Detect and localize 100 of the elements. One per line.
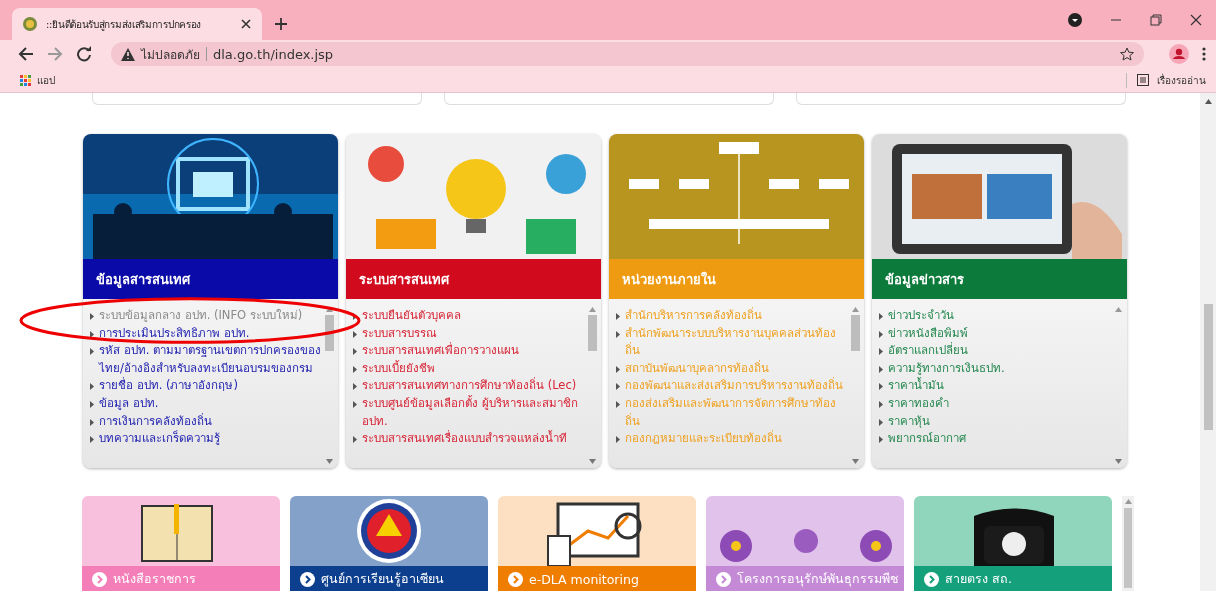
list-link[interactable]: ข่าวประจำวัน [888, 307, 1113, 325]
link-tile[interactable]: โครงการอนุรักษ์พันธุกรรมพืช [706, 496, 904, 591]
bullet-icon [879, 313, 883, 320]
bullet-icon [90, 400, 94, 408]
site-icon [22, 16, 38, 32]
bullet-icon [879, 383, 883, 391]
list-link[interactable]: ราคาน้ำมัน [888, 377, 1113, 395]
scrollbar-thumb[interactable] [324, 315, 334, 351]
security-label: ไม่ปลอดภัย [141, 46, 200, 64]
reload-icon[interactable] [76, 46, 92, 62]
list-link[interactable]: ระบบสารสนเทศเรื่องแบบสำรวจแหล่งน้ำที [362, 430, 587, 448]
link-tile[interactable]: ศูนย์การเรียนรู้อาเซียน [290, 496, 488, 591]
list-link[interactable]: ระบบข้อมูลกลาง อปท. (INFO ระบบใหม่) [99, 307, 324, 325]
apps-icon [20, 74, 31, 86]
tile-label: โครงการอนุรักษ์พันธุกรรมพืช [737, 570, 898, 589]
bullet-icon [353, 330, 357, 338]
list-link[interactable]: บทความและเกร็ดความรู้ [99, 430, 324, 448]
list-link[interactable]: ระบบศูนย์ข้อมูลเลือกตั้ง ผู้บริหารและสมาชิก อปท. [362, 394, 587, 431]
scroll-down-icon [588, 459, 596, 464]
bullet-icon [353, 400, 357, 408]
list-link[interactable]: ระบบยืนยันตัวบุคคล [362, 307, 587, 325]
list-link[interactable]: ระบบสารบรรณ [362, 324, 587, 343]
scrollbar[interactable] [850, 307, 860, 464]
bookmark[interactable]: แอป [20, 72, 55, 88]
scroll-up-icon [1114, 307, 1122, 312]
list-link[interactable]: ระบบสารสนเทศทางการศึกษาท้องถิ่น (Lec) [362, 377, 587, 395]
link-tile[interactable]: สายตรง สถ. [914, 496, 1112, 591]
back-icon[interactable] [18, 46, 34, 62]
scrollbar[interactable] [1113, 307, 1123, 464]
scrollbar-thumb[interactable] [1203, 304, 1213, 430]
scrollbar[interactable] [587, 307, 597, 464]
forward-icon[interactable] [47, 46, 63, 62]
bullet-icon [90, 330, 94, 338]
bullet-icon [353, 348, 357, 356]
bullet-icon [616, 313, 620, 320]
address-bar[interactable]: ไม่ปลอดภัย dla.go.th/index.jsp [111, 42, 1144, 66]
list-link[interactable]: พยากรณ์อากาศ [888, 430, 1113, 448]
card-title: ข้อมูลสารสนเทศ [83, 259, 338, 299]
scrollbar-thumb[interactable] [850, 315, 860, 351]
scrollbar-thumb[interactable] [587, 315, 597, 351]
tile-label: e-DLA monitoring [529, 571, 639, 587]
reading-list-button[interactable]: เรื่องรออ่าน [1126, 72, 1206, 88]
bullet-icon [90, 418, 94, 426]
bullet-icon [353, 383, 357, 391]
card-title: ข้อมูลข่าวสาร [872, 259, 1127, 299]
scrollbar[interactable] [324, 307, 334, 464]
menu-icon[interactable] [1202, 47, 1206, 61]
list-link[interactable]: การประเมินประสิทธิภาพ อปท. [99, 324, 324, 343]
list-link[interactable]: ราคาทองคำ [888, 394, 1113, 413]
scroll-up-icon [1124, 499, 1132, 504]
bullet-icon [879, 400, 883, 408]
restore-icon[interactable] [1150, 14, 1162, 26]
tile-label: ศูนย์การเรียนรู้อาเซียน [321, 570, 444, 589]
list-link[interactable]: ระบบสารสนเทศเพื่อการวางแผน [362, 342, 587, 360]
scrollbar[interactable] [1122, 496, 1134, 591]
list-link[interactable]: การเงินการคลังท้องถิ่น [99, 412, 324, 431]
list-icon [1137, 74, 1149, 86]
chevron-circle-icon [508, 571, 523, 587]
bullet-icon [879, 418, 883, 426]
chevron-circle-icon [92, 571, 107, 587]
scroll-down-icon [325, 459, 333, 464]
scrollbar[interactable] [1200, 93, 1216, 591]
scroll-up-icon [1204, 99, 1212, 104]
scroll-down-icon [851, 459, 859, 464]
bullet-icon [616, 436, 620, 444]
dropdown-icon[interactable] [1068, 13, 1082, 27]
card-title: หน่วยงานภายใน [609, 259, 864, 299]
warning-icon [121, 47, 135, 61]
bullet-icon [879, 330, 883, 338]
list-link[interactable]: ข้อมูล อปท. [99, 394, 324, 413]
list-link[interactable]: ระบบเบี้ยยังชีพ [362, 359, 587, 378]
close-icon[interactable] [240, 18, 252, 30]
close-icon[interactable] [1190, 14, 1202, 26]
scroll-down-icon [1114, 459, 1122, 464]
star-icon[interactable] [1120, 47, 1134, 61]
profile-icon[interactable] [1169, 44, 1189, 64]
list-link[interactable]: รหัส อปท. ตามมาตรฐานเขตการปกครองของไทย/อ้างอิงสำหรับลงทะเบียนอบรมของกรม [99, 342, 324, 378]
list-link[interactable]: ข่าวหนังสือพิมพ์ [888, 324, 1113, 343]
bullet-icon [616, 400, 620, 408]
list-link[interactable]: รายชื่อ อปท. (ภาษาอังกฤษ) [99, 377, 324, 395]
list-link[interactable]: ความรู้ทางการเงินธปท. [888, 359, 1113, 378]
bullet-icon [90, 383, 94, 391]
bullet-icon [353, 436, 357, 444]
tab-title: ::ยินดีต้อนรับสู่กรมส่งเสริมการปกครอง [46, 17, 203, 32]
list-link[interactable]: ราคาหุ้น [888, 412, 1113, 431]
browser-tab[interactable]: ::ยินดีต้อนรับสู่กรมส่งเสริมการปกครอง [12, 8, 262, 40]
link-tile[interactable]: e-DLA monitoring [498, 496, 696, 591]
bullet-icon [616, 365, 620, 373]
scrollbar-thumb[interactable] [1124, 508, 1132, 588]
bullet-icon [879, 436, 883, 444]
link-tile[interactable]: หนังสือราชการ [82, 496, 280, 591]
url-text: dla.go.th/index.jsp [213, 46, 334, 62]
scroll-up-icon [588, 307, 596, 312]
chevron-circle-icon [924, 571, 939, 587]
new-tab-icon[interactable] [274, 17, 288, 31]
bullet-icon [616, 383, 620, 391]
list-link[interactable]: อัตราแลกเปลี่ยน [888, 342, 1113, 360]
scroll-up-icon [851, 307, 859, 312]
chevron-circle-icon [716, 571, 731, 587]
scroll-up-icon [325, 307, 333, 312]
